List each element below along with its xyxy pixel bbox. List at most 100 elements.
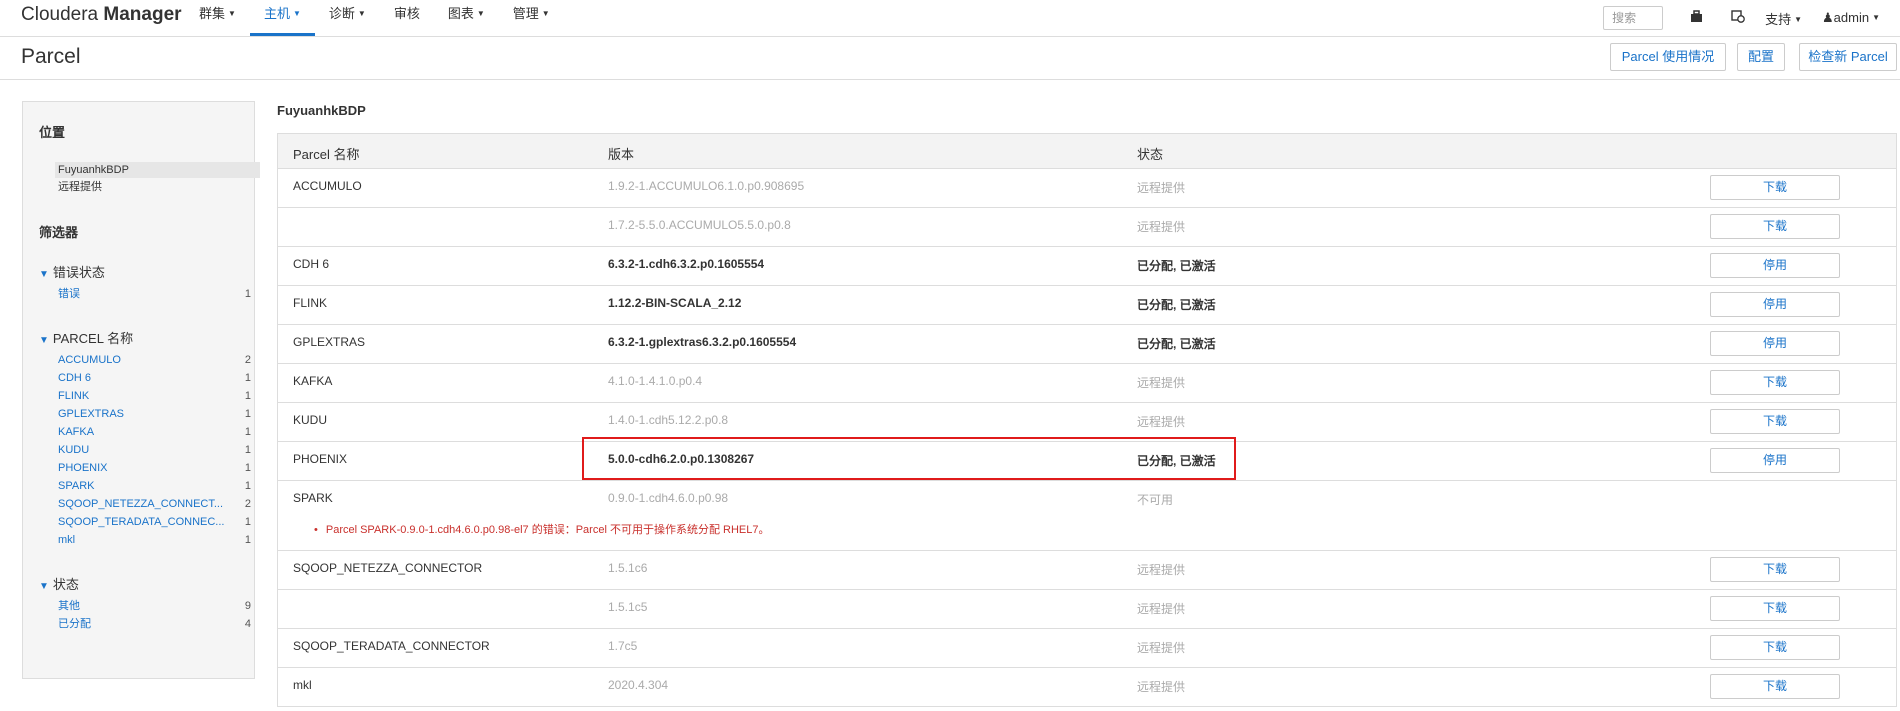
table-header: Parcel 名称 版本 状态 bbox=[277, 134, 1897, 169]
parcel-table: Parcel 名称 版本 状态 ACCUMULO 1.9.2-1.ACCUMULO… bbox=[277, 133, 1897, 707]
header-status[interactable]: 状态 bbox=[1137, 144, 1163, 163]
filter-item[interactable]: KAFKA 1 bbox=[58, 424, 251, 440]
filter-item[interactable]: KUDU 1 bbox=[58, 442, 251, 458]
download-button[interactable]: 下载 bbox=[1710, 674, 1840, 699]
filter-group-title: 状态 bbox=[52, 577, 79, 592]
parcel-usage-button[interactable]: Parcel 使用情况 bbox=[1610, 43, 1726, 71]
nav-item[interactable]: 审核 bbox=[380, 0, 434, 34]
table-row: SPARK 0.9.0-1.cdh4.6.0.p0.98 不可用 Parcel SPA… bbox=[277, 481, 1897, 551]
filter-item[interactable]: SQOOP_NETEZZA_CONNECT... 2 bbox=[58, 496, 251, 512]
deactivate-button[interactable]: 停用 bbox=[1710, 448, 1840, 473]
location-item-cluster[interactable]: FuyuanhkBDP bbox=[55, 162, 260, 178]
sidebar: 位置 FuyuanhkBDP 远程提供 筛选器 ▼ 错误状态 错误 1 ▼ PARCEL … bbox=[22, 101, 260, 679]
filter-item-label: 已分配 bbox=[58, 618, 91, 630]
user-icon: ♟ bbox=[1822, 10, 1834, 25]
filter-item[interactable]: 已分配 4 bbox=[58, 616, 251, 632]
parcel-status: 已分配, 已激活 bbox=[1137, 454, 1216, 468]
nav-item-label: 群集 bbox=[199, 6, 226, 21]
support-menu[interactable]: 支持 ▼ bbox=[1765, 9, 1802, 28]
config-button[interactable]: 配置 bbox=[1737, 43, 1785, 71]
filter-group-title: PARCEL 名称 bbox=[52, 331, 134, 346]
parcel-status: 远程提供 bbox=[1137, 376, 1186, 390]
parcel-name: SQOOP_NETEZZA_CONNECTOR bbox=[293, 561, 483, 575]
nav-item[interactable]: 诊断 ▼ bbox=[315, 0, 380, 34]
download-button[interactable]: 下载 bbox=[1710, 409, 1840, 434]
deactivate-button[interactable]: 停用 bbox=[1710, 253, 1840, 278]
nav-item-label: 主机 bbox=[263, 6, 290, 21]
filter-item[interactable]: PHOENIX 1 bbox=[58, 460, 251, 476]
filter-item[interactable]: GPLEXTRAS 1 bbox=[58, 406, 251, 422]
filter-item[interactable]: FLINK 1 bbox=[58, 388, 251, 404]
filter-item-count: 1 bbox=[244, 288, 251, 300]
table-row: GPLEXTRAS 6.3.2-1.gplextras6.3.2.p0.16055… bbox=[277, 325, 1897, 364]
filter-item[interactable]: CDH 6 1 bbox=[58, 370, 251, 386]
brand-text-bold: Manager bbox=[103, 4, 182, 25]
parcel-version: 1.7c5 bbox=[608, 639, 638, 653]
filter-item[interactable]: ACCUMULO 2 bbox=[58, 352, 251, 368]
cluster-title: FuyuanhkBDP bbox=[277, 103, 366, 118]
deactivate-button[interactable]: 停用 bbox=[1710, 292, 1840, 317]
parcel-name: FLINK bbox=[293, 296, 328, 310]
parcel-version: 4.1.0-1.4.1.0.p0.4 bbox=[608, 374, 703, 388]
parcel-name: KUDU bbox=[293, 413, 328, 427]
filter-item-label: KUDU bbox=[58, 444, 90, 456]
table-row: CDH 6 6.3.2-1.cdh6.3.2.p0.1605554 已分配, 已激活… bbox=[277, 247, 1897, 286]
download-button[interactable]: 下载 bbox=[1710, 557, 1840, 582]
search-input[interactable]: 搜索 bbox=[1603, 6, 1664, 30]
chevron-down-icon: ▼ bbox=[1872, 13, 1880, 22]
download-button[interactable]: 下载 bbox=[1710, 175, 1840, 200]
parcel-icon[interactable] bbox=[1681, 10, 1711, 26]
filter-group-header[interactable]: ▼ PARCEL 名称 bbox=[39, 328, 133, 347]
filter-item-count: 1 bbox=[244, 408, 251, 420]
location-item-remote[interactable]: 远程提供 bbox=[55, 179, 260, 195]
nav-item-label: 管理 bbox=[512, 6, 539, 21]
chevron-down-icon: ▼ bbox=[1794, 14, 1802, 24]
download-button[interactable]: 下载 bbox=[1710, 370, 1840, 395]
nav-item-label: 诊断 bbox=[328, 6, 355, 21]
support-label: 支持 bbox=[1765, 11, 1792, 27]
filter-item-count: 1 bbox=[244, 534, 251, 546]
parcel-version: 1.4.0-1.cdh5.12.2.p0.8 bbox=[608, 413, 729, 427]
header-name[interactable]: Parcel 名称 bbox=[293, 144, 359, 163]
parcel-status: 远程提供 bbox=[1137, 181, 1186, 195]
user-menu[interactable]: ♟admin ▼ bbox=[1822, 10, 1880, 26]
filter-item-count: 9 bbox=[244, 600, 251, 612]
download-button[interactable]: 下载 bbox=[1710, 596, 1840, 621]
filter-item-label: KAFKA bbox=[58, 426, 95, 438]
page-title: Parcel bbox=[21, 45, 81, 68]
nav-item[interactable]: 群集 ▼ bbox=[185, 0, 250, 34]
user-label: admin bbox=[1833, 10, 1870, 25]
download-button[interactable]: 下载 bbox=[1710, 635, 1840, 660]
header-version[interactable]: 版本 bbox=[608, 144, 634, 163]
parcel-name: SQOOP_TERADATA_CONNECTOR bbox=[293, 639, 490, 653]
running-commands-icon[interactable] bbox=[1723, 10, 1753, 26]
table-body: ACCUMULO 1.9.2-1.ACCUMULO6.1.0.p0.908695 远… bbox=[277, 169, 1897, 707]
download-button[interactable]: 下载 bbox=[1710, 214, 1840, 239]
parcel-version: 5.0.0-cdh6.2.0.p0.1308267 bbox=[608, 452, 755, 466]
filter-group-header[interactable]: ▼ 状态 bbox=[39, 574, 79, 593]
brand-logo[interactable]: Cloudera Manager bbox=[21, 4, 182, 26]
parcel-status: 远程提供 bbox=[1137, 220, 1186, 234]
nav-item[interactable]: 图表 ▼ bbox=[434, 0, 499, 34]
parcel-version: 6.3.2-1.gplextras6.3.2.p0.1605554 bbox=[608, 335, 797, 349]
table-row: FLINK 1.12.2-BIN-SCALA_2.12 已分配, 已激活 停用 bbox=[277, 286, 1897, 325]
filter-item[interactable]: SPARK 1 bbox=[58, 478, 251, 494]
chevron-down-icon: ▼ bbox=[292, 9, 301, 18]
filter-group-header[interactable]: ▼ 错误状态 bbox=[39, 262, 105, 281]
filter-item[interactable]: SQOOP_TERADATA_CONNEC... 1 bbox=[58, 514, 251, 530]
parcel-name: SPARK bbox=[293, 491, 333, 505]
check-new-parcel-button[interactable]: 检查新 Parcel bbox=[1799, 43, 1897, 71]
filter-item[interactable]: 错误 1 bbox=[58, 286, 251, 302]
parcel-version: 1.9.2-1.ACCUMULO6.1.0.p0.908695 bbox=[608, 179, 805, 193]
nav-item[interactable]: 管理 ▼ bbox=[499, 0, 564, 34]
nav-item[interactable]: 主机 ▼ bbox=[249, 0, 315, 36]
filter-item[interactable]: mkl 1 bbox=[58, 532, 251, 548]
table-row: PHOENIX 5.0.0-cdh6.2.0.p0.1308267 已分配, 已激活… bbox=[277, 442, 1897, 481]
parcel-name: mkl bbox=[293, 678, 312, 692]
deactivate-button[interactable]: 停用 bbox=[1710, 331, 1840, 356]
filter-item-count: 1 bbox=[244, 444, 251, 456]
filter-item[interactable]: 其他 9 bbox=[58, 598, 251, 614]
table-row: 1.7.2-5.5.0.ACCUMULO5.5.0.p0.8 远程提供 下载 bbox=[277, 208, 1897, 247]
filter-item-label: mkl bbox=[58, 534, 76, 546]
parcel-name: PHOENIX bbox=[293, 452, 348, 466]
